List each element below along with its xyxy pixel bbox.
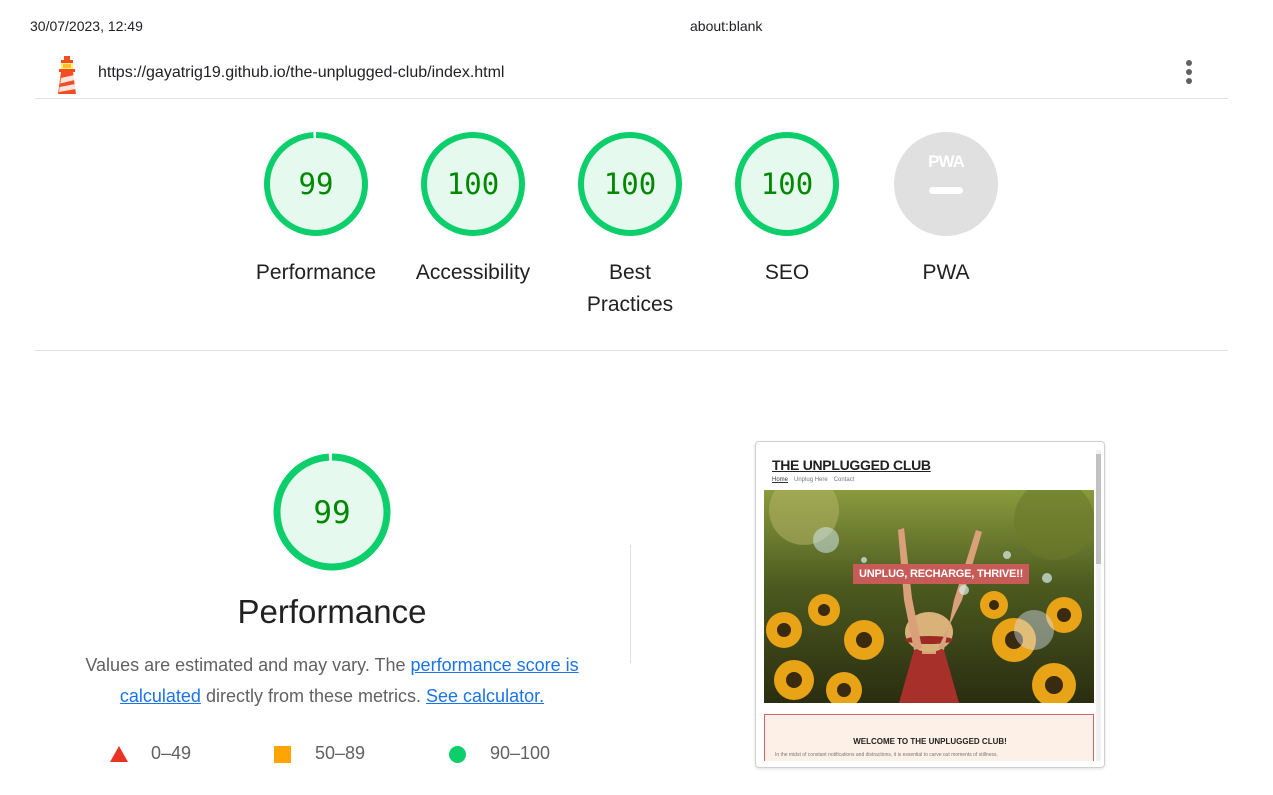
print-datetime: 30/07/2023, 12:49 [30,18,143,34]
legend-range: 50–89 [315,743,366,763]
performance-description: Values are estimated and may vary. The p… [62,650,602,712]
score-ring-icon: 99 [264,132,368,236]
gauge-label: PWA [922,261,970,284]
welcome-title: WELCOME TO THE UNPLUGGED CLUB! [853,737,1007,746]
gauge-score: 100 [761,167,813,201]
triangle-icon [110,746,128,762]
score-ring-icon: 100 [421,132,525,236]
score-ring-icon: 100 [578,132,682,236]
gauge-label: Best Practices [586,261,674,316]
performance-score-ring-icon: 99 [273,453,391,571]
legend-range: 0–49 [151,743,192,763]
desc-prefix: Values are estimated and may vary. The [85,655,411,675]
welcome-text: In the midst of constant notifications a… [775,752,998,758]
site-nav-item: Contact [833,477,855,483]
desc-middle: directly from these metrics. [200,686,427,706]
gauge-score: 100 [604,167,656,201]
gauge-label: Accessibility [415,261,531,284]
print-page-title: about:blank [690,18,763,34]
performance-score: 99 [313,495,350,531]
gauge-pwa[interactable]: PWA PWA [876,131,1016,289]
gauge-label: SEO [764,261,810,284]
category-gauges: 99 Performance 100 Accessibility 100 Bes… [0,131,1273,331]
report-url[interactable]: https://gayatrig19.github.io/the-unplugg… [98,64,504,82]
site-nav-item: Home [772,477,789,483]
report-topbar: https://gayatrig19.github.io/the-unplugg… [35,54,1228,99]
welcome-section: WELCOME TO THE UNPLUGGED CLUB! In the mi… [764,714,1094,761]
score-scale-legend: 0–49 50–89 90–100 [110,743,570,767]
site-nav-item: Unplug Here [794,477,828,483]
site-nav: Home Unplug Here Contact [772,477,860,483]
square-icon [274,746,291,763]
section-divider [35,350,1228,351]
screenshot-viewport: THE UNPLUGGED CLUB Home Unplug Here Contac… [764,450,1094,761]
see-calculator-link[interactable]: See calculator. [426,686,544,706]
sunflower-field-image [764,490,1094,703]
gauge-best-practices[interactable]: 100 Best Practices [560,131,700,321]
final-screenshot[interactable]: THE UNPLUGGED CLUB Home Unplug Here Contac… [755,441,1105,768]
gauge-seo[interactable]: 100 SEO [717,131,857,289]
screenshot-scrollbar [1096,450,1101,761]
lighthouse-icon [58,56,76,94]
legend-range: 90–100 [490,743,551,763]
pwa-badge-icon: PWA [894,132,998,236]
circle-icon [449,746,466,763]
vertical-divider [630,545,631,663]
gauge-performance[interactable]: 99 Performance [246,131,386,289]
kebab-menu-icon[interactable] [1184,60,1194,88]
gauge-score: 99 [299,167,334,201]
performance-title: Performance [237,593,427,630]
score-ring-icon: 100 [735,132,839,236]
gauge-label: Performance [255,261,377,284]
site-title: THE UNPLUGGED CLUB [772,457,931,473]
pwa-badge-text: PWA [928,152,964,171]
hero-banner: UNPLUG, RECHARGE, THRIVE!! [853,564,1030,584]
gauge-accessibility[interactable]: 100 Accessibility [403,131,543,289]
gauge-score: 100 [447,167,499,201]
hero-image: UNPLUG, RECHARGE, THRIVE!! [764,490,1094,703]
print-header: 30/07/2023, 12:49 about:blank [0,18,1273,38]
